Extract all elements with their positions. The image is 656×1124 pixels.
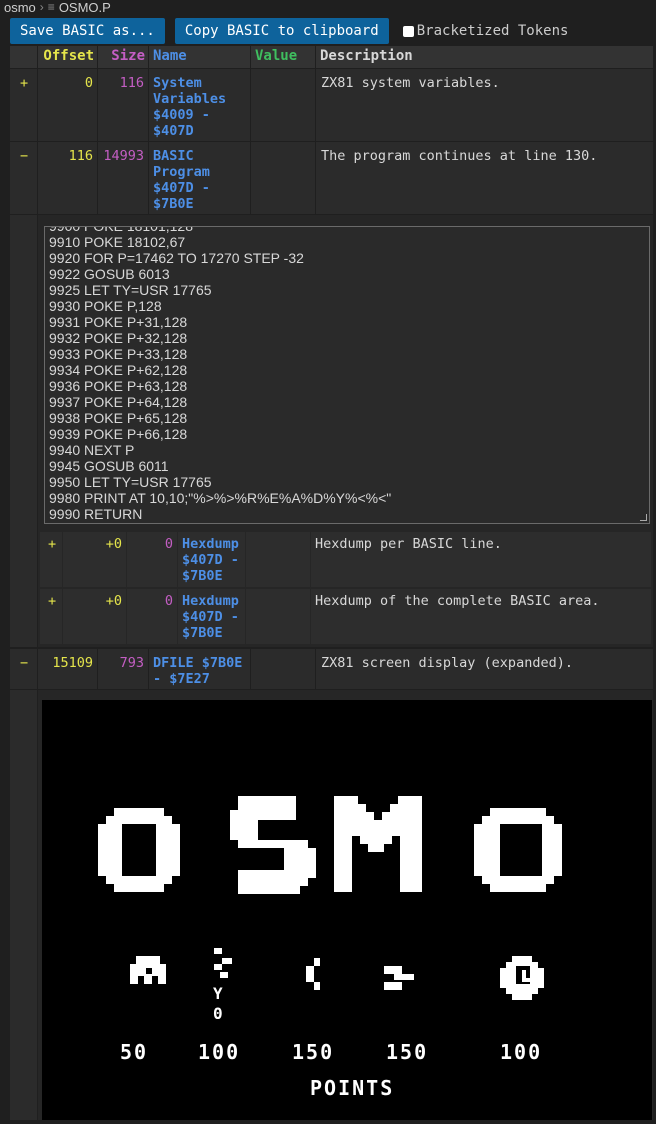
- basic-line: 9950 LET TY=USR 17765: [49, 474, 212, 490]
- row-value: [251, 649, 315, 689]
- row-name: DFILE $7B0E - $7E27: [149, 649, 250, 689]
- basic-line: 9931 POKE P+31,128: [49, 314, 188, 330]
- sprite-label-zero: 0: [213, 1004, 225, 1023]
- header-description: Description: [316, 46, 653, 68]
- subrow-name: Hexdump $407D - $7B0E: [178, 532, 245, 587]
- chevron-right-icon: ›: [39, 0, 44, 14]
- subrow-expand-toggle[interactable]: +: [40, 589, 62, 644]
- sprite-4: [384, 966, 414, 990]
- header-size: Size: [98, 46, 148, 68]
- row-expand-toggle[interactable]: +: [10, 69, 37, 141]
- row-offset: 15109: [38, 649, 97, 689]
- basic-line: 9920 FOR P=17462 TO 17270 STEP -32: [49, 250, 304, 266]
- checkbox-box[interactable]: [402, 25, 414, 37]
- header-offset: Offset: [38, 46, 97, 68]
- save-basic-button[interactable]: Save BASIC as...: [10, 18, 165, 44]
- basic-line: 9933 POKE P+33,128: [49, 346, 188, 362]
- score-1: 50: [120, 1040, 149, 1064]
- score-2: 100: [198, 1040, 241, 1064]
- subrow-value: [246, 589, 310, 644]
- bracketized-tokens-checkbox[interactable]: Bracketized Tokens: [402, 23, 569, 39]
- basic-line: 9925 LET TY=USR 17765: [49, 282, 212, 298]
- indent-gutter: [10, 690, 37, 1120]
- header-value: Value: [251, 46, 315, 68]
- basic-line: 9937 POKE P+64,128: [49, 394, 188, 410]
- basic-line: 9938 POKE P+65,128: [49, 410, 188, 426]
- score-5: 100: [500, 1040, 543, 1064]
- bracketized-tokens-label: Bracketized Tokens: [416, 23, 569, 39]
- sprite-2: [214, 948, 232, 978]
- toolbar: Save BASIC as... Copy BASIC to clipboard…: [10, 18, 568, 44]
- row-collapse-toggle[interactable]: −: [10, 649, 37, 689]
- row-name: System Variables $4009 - $407D: [149, 69, 250, 141]
- header-sign: [10, 46, 37, 68]
- row-size: 14993: [98, 142, 148, 214]
- subrow-expand-toggle[interactable]: +: [40, 532, 62, 587]
- basic-line: 9900 POKE 18101,128: [49, 226, 194, 234]
- osmo-title-graphic: [98, 796, 562, 894]
- breadcrumb-folder[interactable]: osmo: [4, 0, 36, 15]
- score-3: 150: [292, 1040, 335, 1064]
- header-name: Name: [149, 46, 250, 68]
- subrow-name: Hexdump $407D - $7B0E: [178, 589, 245, 644]
- basic-line: 9932 POKE P+32,128: [49, 330, 188, 346]
- subrow-offset: +0: [63, 532, 126, 587]
- sprite-label-y: Y: [213, 984, 225, 1003]
- row-offset: 0: [38, 69, 97, 141]
- row-description: ZX81 system variables.: [316, 69, 653, 141]
- basic-listing-textarea[interactable]: 9900 POKE 18101,128 9910 POKE 18102,67 992…: [44, 226, 650, 524]
- score-4: 150: [386, 1040, 429, 1064]
- subrow-offset: +0: [63, 589, 126, 644]
- subrow-size: 0: [127, 589, 177, 644]
- basic-line: 9980 PRINT AT 10,10;"%>%>%R%E%A%D%Y%<%<": [49, 490, 392, 506]
- file-lines-icon: ≡: [47, 0, 55, 14]
- subrow-value: [246, 532, 310, 587]
- zx81-screen: Y 0 50 100 150 150 100 POINTS: [42, 700, 652, 1120]
- enemy-sprites: [130, 948, 544, 1000]
- row-size: 793: [98, 649, 148, 689]
- basic-line: 9922 GOSUB 6013: [49, 266, 170, 282]
- basic-line: 9940 NEXT P: [49, 442, 135, 458]
- breadcrumb: osmo › ≡ OSMO.P: [0, 0, 656, 15]
- basic-line: 9945 GOSUB 6011: [49, 458, 169, 474]
- points-label: POINTS: [310, 1076, 395, 1100]
- subrow-size: 0: [127, 532, 177, 587]
- row-description: ZX81 screen display (expanded).: [316, 649, 653, 689]
- row-name: BASIC Program $407D - $7B0E: [149, 142, 250, 214]
- row-value: [251, 142, 315, 214]
- row-value: [251, 69, 315, 141]
- basic-line: 9939 POKE P+66,128: [49, 426, 188, 442]
- subrow-description: Hexdump of the complete BASIC area.: [311, 589, 651, 644]
- row-collapse-toggle[interactable]: −: [10, 142, 37, 214]
- breadcrumb-file[interactable]: OSMO.P: [59, 0, 111, 15]
- sprite-3: [306, 958, 320, 990]
- row-description: The program continues at line 130.: [316, 142, 653, 214]
- indent-gutter: [10, 215, 37, 647]
- resize-handle-icon[interactable]: [640, 514, 647, 521]
- basic-line: 9910 POKE 18102,67: [49, 234, 186, 250]
- basic-line: 9930 POKE P,128: [49, 298, 162, 314]
- basic-line: 9990 RETURN: [49, 506, 143, 522]
- basic-line: 9934 POKE P+62,128: [49, 362, 188, 378]
- basic-line: 9936 POKE P+63,128: [49, 378, 188, 394]
- row-offset: 116: [38, 142, 97, 214]
- subrow-description: Hexdump per BASIC line.: [311, 532, 651, 587]
- copy-basic-button[interactable]: Copy BASIC to clipboard: [174, 18, 389, 44]
- row-size: 116: [98, 69, 148, 141]
